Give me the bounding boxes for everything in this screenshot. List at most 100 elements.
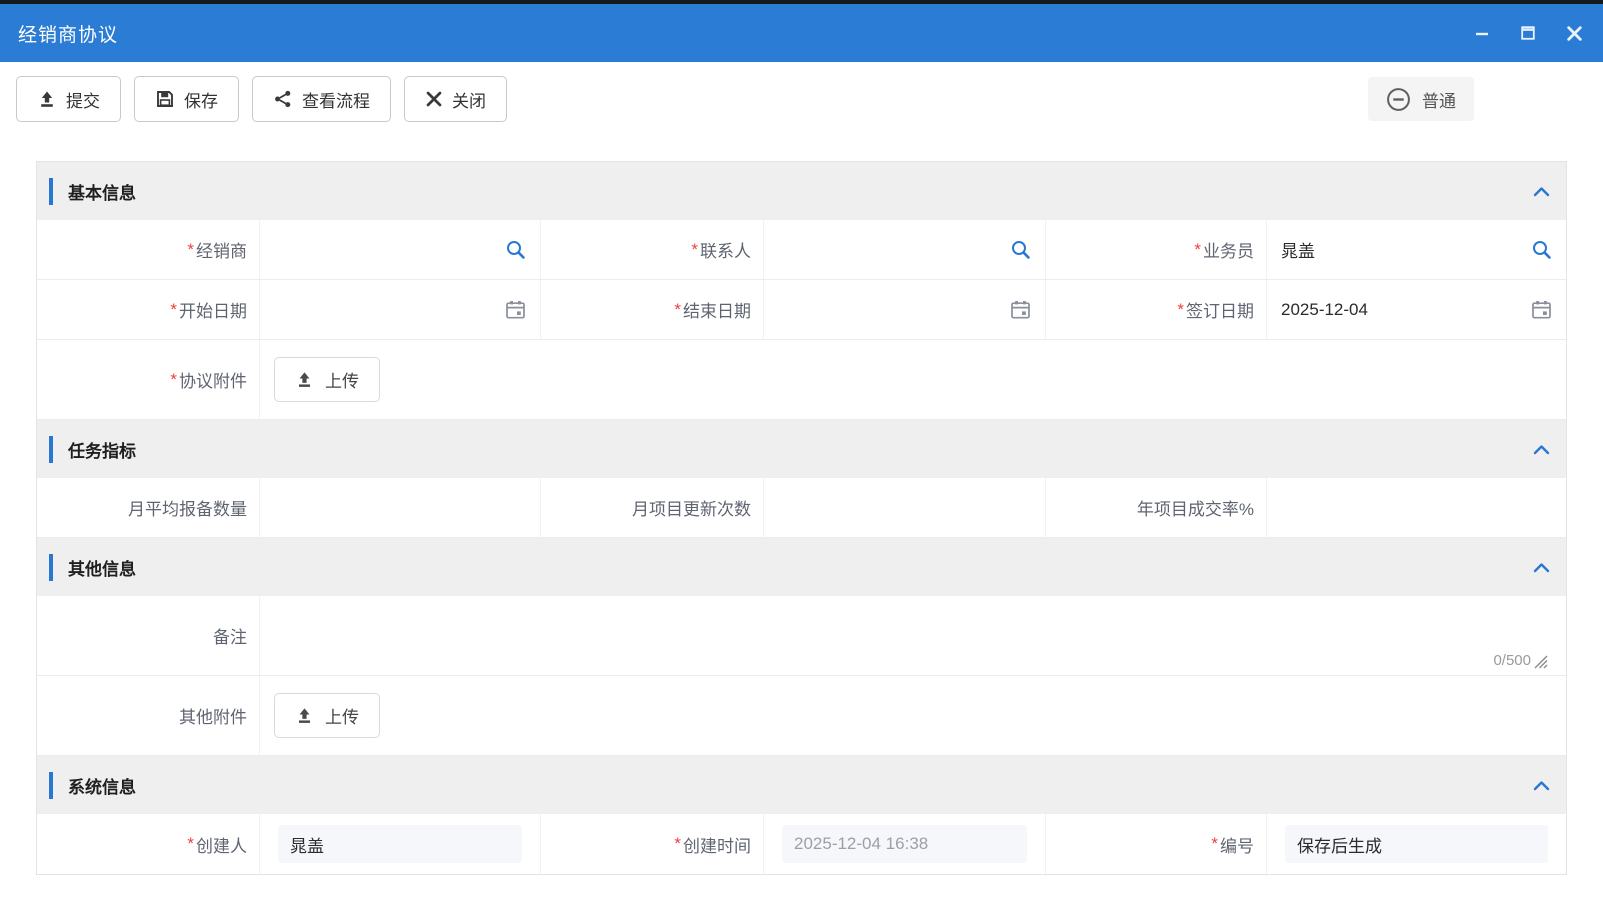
label-text: 年项目成交率% [1137,495,1254,520]
field-label-remarks: 备注 [37,596,260,675]
salesman-input[interactable]: 晁盖 [1267,220,1566,279]
required-marker: * [1211,834,1218,854]
form-row: * 开始日期 * 结束日期 * 签订日期 2025-12-04 [37,280,1566,340]
submit-button[interactable]: 提交 [16,76,121,122]
field-label-end-date: * 结束日期 [541,280,764,339]
maximize-icon[interactable] [1517,22,1539,44]
section-accent-bar [49,178,53,205]
calendar-icon[interactable] [505,299,526,320]
annual-close-rate-input[interactable] [1267,478,1566,537]
minimize-icon[interactable] [1471,22,1493,44]
agreement-attachment-field: 上传 [260,340,1566,419]
upload-label: 上传 [325,703,359,728]
required-marker: * [674,834,681,854]
dealer-input[interactable] [260,220,541,279]
field-label-create-time: * 创建时间 [541,814,764,874]
chevron-up-icon[interactable] [1533,780,1550,791]
label-text: 结束日期 [683,297,751,322]
section-header-basic: 基本信息 [37,162,1566,220]
search-icon[interactable] [505,239,526,260]
field-label-sign-date: * 签订日期 [1046,280,1267,339]
field-label-agreement-attachment: * 协议附件 [37,340,260,419]
required-marker: * [187,834,194,854]
sign-date-input[interactable]: 2025-12-04 [1267,280,1566,339]
section-accent-bar [49,436,53,463]
section-header-other: 其他信息 [37,538,1566,596]
upload-label: 上传 [325,367,359,392]
priority-label: 普通 [1422,87,1456,112]
window-titlebar: 经销商协议 [0,4,1603,62]
toolbar: 提交 保存 查看流程 关闭 普通 [0,62,1603,134]
form-row: 备注 0/500 [37,596,1566,676]
save-button[interactable]: 保存 [134,76,239,122]
create-time-value: 2025-12-04 16:38 [782,825,1027,863]
section-title-basic: 基本信息 [68,179,136,204]
label-text: 创建人 [196,832,247,857]
sign-date-value: 2025-12-04 [1281,300,1531,320]
close-label: 关闭 [452,87,486,112]
submit-label: 提交 [66,87,100,112]
upload-other-button[interactable]: 上传 [274,693,380,738]
required-marker: * [170,300,177,320]
remarks-field: 0/500 [260,596,1566,675]
close-x-icon [425,90,443,108]
section-title-system: 系统信息 [68,773,136,798]
remarks-meta: 0/500 [1493,652,1548,669]
create-time-field: 2025-12-04 16:38 [764,814,1046,874]
field-label-monthly-update-count: 月项目更新次数 [541,478,764,537]
field-label-salesman: * 业务员 [1046,220,1267,279]
form-row: 其他附件 上传 [37,676,1566,756]
calendar-icon[interactable] [1531,299,1552,320]
label-text: 其他附件 [179,703,247,728]
label-text: 月项目更新次数 [632,495,751,520]
label-text: 经销商 [196,237,247,262]
field-label-start-date: * 开始日期 [37,280,260,339]
code-field: 保存后生成 [1267,814,1566,874]
contact-input[interactable] [764,220,1046,279]
label-text: 创建时间 [683,832,751,857]
start-date-input[interactable] [260,280,541,339]
required-marker: * [187,240,194,260]
field-label-annual-close-rate: 年项目成交率% [1046,478,1267,537]
form-row: * 协议附件 上传 [37,340,1566,420]
label-text: 签订日期 [1186,297,1254,322]
save-icon [155,89,175,109]
minus-circle-icon [1386,87,1411,112]
creator-field: 晁盖 [260,814,541,874]
field-label-other-attachment: 其他附件 [37,676,260,755]
chevron-up-icon[interactable] [1533,186,1550,197]
form-row: * 创建人 晁盖 * 创建时间 2025-12-04 16:38 * 编号 保存… [37,814,1566,874]
view-flow-button[interactable]: 查看流程 [252,76,391,122]
section-header-system: 系统信息 [37,756,1566,814]
window-title: 经销商协议 [18,20,118,47]
other-attachment-field: 上传 [260,676,1566,755]
monthly-update-count-input[interactable] [764,478,1046,537]
submit-upload-icon [37,89,57,109]
form-row: * 经销商 * 联系人 * 业务员 晁盖 [37,220,1566,280]
search-icon[interactable] [1531,239,1552,260]
upload-icon [295,370,314,389]
chevron-up-icon[interactable] [1533,444,1550,455]
label-text: 备注 [213,623,247,648]
required-marker: * [1177,300,1184,320]
close-icon[interactable] [1563,22,1585,44]
remarks-textarea[interactable]: 0/500 [274,596,1552,675]
creator-value: 晁盖 [278,825,522,863]
upload-agreement-button[interactable]: 上传 [274,357,380,402]
label-text: 协议附件 [179,367,247,392]
upload-icon [295,706,314,725]
field-label-dealer: * 经销商 [37,220,260,279]
char-counter: 0/500 [1493,652,1531,669]
field-label-monthly-avg-reports: 月平均报备数量 [37,478,260,537]
end-date-input[interactable] [764,280,1046,339]
view-flow-label: 查看流程 [302,87,370,112]
code-value: 保存后生成 [1285,825,1548,863]
search-icon[interactable] [1010,239,1031,260]
resize-handle-icon[interactable] [1532,653,1548,669]
chevron-up-icon[interactable] [1533,562,1550,573]
calendar-icon[interactable] [1010,299,1031,320]
share-icon [273,89,293,109]
monthly-avg-reports-input[interactable] [260,478,541,537]
close-form-button[interactable]: 关闭 [404,76,507,122]
priority-badge[interactable]: 普通 [1368,77,1474,121]
